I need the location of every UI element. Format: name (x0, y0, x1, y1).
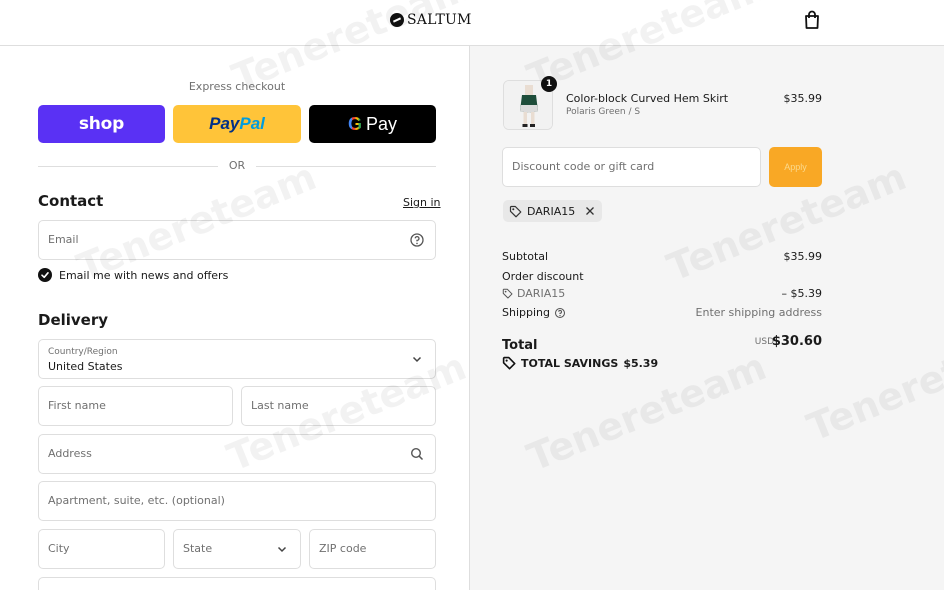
product-price: $35.99 (783, 92, 823, 105)
brand-name: SALTUM (407, 12, 472, 28)
apartment-placeholder: Apartment, suite, etc. (optional) (48, 494, 225, 507)
country-select[interactable]: Country/Region United States (38, 339, 436, 379)
newsletter-label: Email me with news and offers (59, 268, 229, 282)
google-pay-label: Pay (365, 113, 398, 134)
help-icon[interactable] (409, 232, 425, 248)
google-pay-button[interactable]: G Pay (309, 105, 436, 143)
shop-pay-button[interactable]: shop (38, 105, 165, 143)
total-savings: TOTAL SAVINGS $5.39 (502, 356, 658, 370)
product-variant: Polaris Green / S (566, 107, 641, 117)
google-g-icon: G (347, 113, 362, 134)
paypal-label-pay: Pay (209, 114, 240, 133)
or-label: OR (220, 159, 254, 172)
newsletter-option[interactable]: Email me with news and offers (38, 267, 228, 283)
checkmark-icon (41, 272, 49, 279)
city-field[interactable]: City (38, 529, 165, 569)
discount-placeholder: Discount code or gift card (512, 160, 655, 173)
zip-field[interactable]: ZIP code (309, 529, 436, 569)
apartment-field[interactable]: Apartment, suite, etc. (optional) (38, 481, 436, 521)
tag-icon (502, 356, 516, 370)
country-label: Country/Region (48, 347, 118, 357)
discount-code-label: DARIA15 (517, 287, 566, 300)
total-row: Total USD $30.60 (502, 334, 822, 353)
discount-code-row: DARIA15 – $5.39 (502, 287, 822, 302)
quantity-badge: 1 (541, 76, 557, 92)
delivery-title: Delivery (38, 311, 109, 329)
phone-field[interactable] (38, 577, 436, 590)
email-placeholder: Email (48, 233, 79, 246)
state-select[interactable]: State (173, 529, 301, 569)
order-summary-panel: 1 Color-block Curved Hem Skirt Polaris G… (470, 46, 944, 590)
cart-button[interactable] (803, 10, 821, 30)
city-placeholder: City (48, 542, 70, 555)
total-label: Total (502, 338, 538, 353)
savings-value: $5.39 (623, 356, 659, 370)
checkout-form-panel: Express checkout shop Pay Pal G Pay OR Co… (0, 46, 470, 590)
subtotal-row: Subtotal $35.99 (502, 250, 822, 263)
subtotal-label: Subtotal (502, 250, 549, 263)
checkout-header: SALTUM (0, 0, 944, 46)
state-placeholder: State (183, 542, 213, 555)
brand-logo[interactable]: SALTUM (390, 10, 472, 30)
applied-code-label: DARIA15 (527, 204, 576, 218)
email-field[interactable]: Email (38, 220, 436, 260)
tag-icon (509, 205, 522, 217)
last-name-placeholder: Last name (251, 399, 309, 412)
tag-icon (502, 288, 513, 299)
paypal-label-pal: Pal (239, 114, 265, 133)
shopping-bag-icon (805, 10, 819, 29)
brand-mark-icon (390, 13, 404, 27)
express-checkout-label: Express checkout (188, 80, 286, 93)
applied-discount-chip: DARIA15 (503, 200, 603, 222)
address-field[interactable]: Address (38, 434, 436, 474)
subtotal-value: $35.99 (783, 250, 823, 263)
first-name-placeholder: First name (48, 399, 106, 412)
shipping-label: Shipping (502, 306, 550, 319)
shipping-row: Shipping Enter shipping address (502, 306, 822, 319)
total-value: $30.60 (771, 334, 822, 349)
remove-discount-icon[interactable] (584, 205, 596, 217)
chevron-down-icon (274, 541, 290, 557)
first-name-field[interactable]: First name (38, 386, 233, 426)
chevron-down-icon (409, 351, 425, 367)
zip-placeholder: ZIP code (319, 542, 367, 555)
search-icon (409, 446, 425, 462)
address-placeholder: Address (48, 447, 92, 460)
discount-code-field[interactable]: Discount code or gift card (502, 147, 761, 187)
country-value: United States (48, 360, 123, 373)
contact-title: Contact (38, 192, 104, 210)
or-divider: OR (38, 159, 436, 173)
product-name: Color-block Curved Hem Skirt (566, 92, 729, 105)
newsletter-checkbox[interactable] (38, 268, 52, 282)
savings-label: TOTAL SAVINGS (521, 356, 619, 370)
paypal-button[interactable]: Pay Pal (173, 105, 301, 143)
order-discount-row: Order discount (502, 270, 822, 283)
order-discount-label: Order discount (502, 270, 584, 283)
sign-in-link[interactable]: Sign in (403, 196, 441, 209)
last-name-field[interactable]: Last name (241, 386, 436, 426)
shipping-value: Enter shipping address (695, 306, 822, 319)
shop-pay-label: shop (78, 114, 125, 134)
help-icon[interactable] (554, 307, 566, 319)
apply-discount-button[interactable]: Apply (769, 147, 822, 187)
discount-value: – $5.39 (781, 287, 823, 300)
